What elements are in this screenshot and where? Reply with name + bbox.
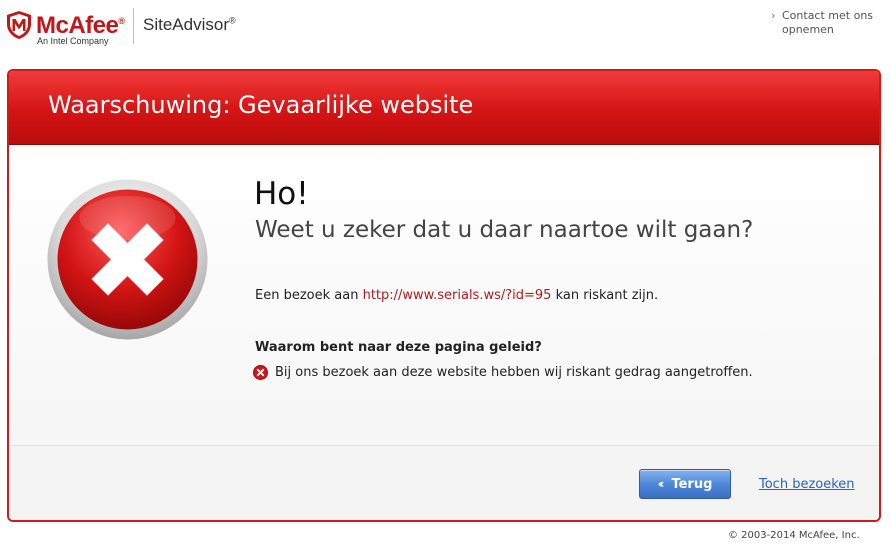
warning-banner: Waarschuwing: Gevaarlijke website [9,71,879,145]
back-button-label: Terug [671,476,713,492]
warning-heading: Ho! [254,176,309,212]
action-bar: ‹‹ Terug Toch bezoeken [9,445,879,520]
contact-link[interactable]: › Contact met ons opnemen [771,9,881,37]
mcafee-wordmark: McAfee® [36,12,125,39]
risk-statement-suffix: kan riskant zijn. [555,288,659,303]
mcafee-shield-icon [7,11,31,39]
risk-statement: Een bezoek aan http://www.serials.ws/?id… [255,288,658,303]
warning-question: Weet u zeker dat u daar naartoe wilt gaa… [255,217,754,243]
reason-item: Bij ons bezoek aan deze website hebben w… [253,365,753,380]
chevron-left-icon: ‹‹ [657,477,665,491]
blocked-url: http://www.serials.ws/?id=95 [362,288,552,303]
brand-divider [133,8,134,44]
reason-text: Bij ons bezoek aan deze website hebben w… [275,365,753,380]
back-button[interactable]: ‹‹ Terug [639,469,731,499]
red-x-circle-icon [47,179,208,340]
chevron-right-icon: › [771,9,776,22]
product-name: SiteAdvisor® [143,15,236,34]
intel-tagline: An Intel Company [37,36,109,46]
reason-heading: Waarom bent naar deze pagina geleid? [255,340,542,355]
visit-anyway-link[interactable]: Toch bezoeken [759,477,855,492]
contact-link-label: Contact met ons opnemen [782,9,874,36]
copyright: © 2003-2014 McAfee, Inc. [728,530,860,541]
risk-statement-prefix: Een bezoek aan [255,288,359,303]
small-red-x-icon [253,365,268,380]
warning-panel: Waarschuwing: Gevaarlijke website Ho! We… [7,69,881,522]
page-title: Waarschuwing: Gevaarlijke website [48,91,474,119]
brand-logo: McAfee® An Intel Company SiteAdvisor® [6,8,256,48]
